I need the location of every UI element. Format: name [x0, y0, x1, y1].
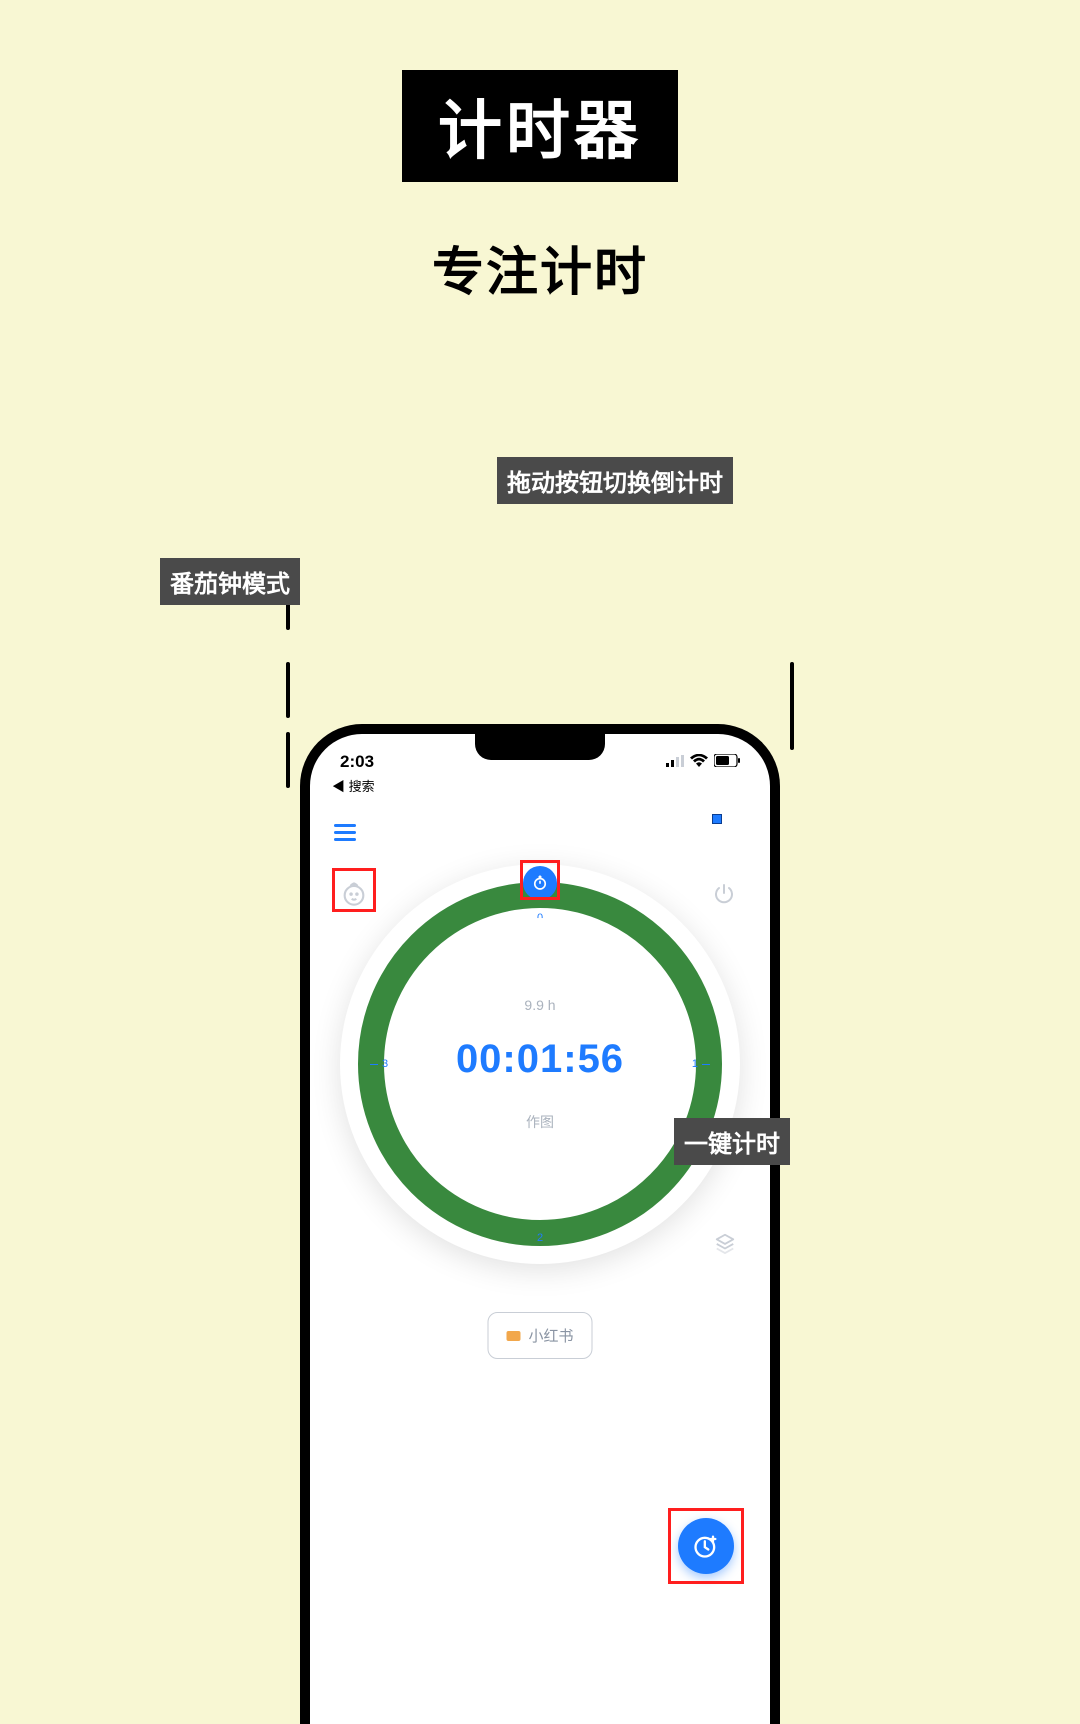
timer-value: 00:01:56: [456, 1037, 624, 1082]
mini-indicator: [712, 814, 722, 824]
phone-notch: [475, 734, 605, 760]
dial-marker-2: 2: [537, 1232, 543, 1244]
timer-task-label[interactable]: 作图: [526, 1112, 554, 1132]
highlight-drag-knob: [520, 860, 560, 900]
dial-marker-1: 1: [692, 1058, 710, 1070]
page-title-badge: 计时器: [402, 70, 678, 182]
back-to-search[interactable]: ◀ 搜索: [332, 776, 375, 795]
tag-label: 小红书: [528, 1325, 573, 1346]
highlight-fab: [668, 1508, 744, 1584]
dial-marker-3: 3: [370, 1058, 388, 1070]
callout-quick-timer: 一键计时: [674, 1118, 790, 1165]
highlight-pomodoro: [332, 868, 376, 912]
signal-icon: [666, 752, 684, 772]
callout-pomodoro: 番茄钟模式: [160, 558, 300, 605]
phone-mute-switch: [286, 602, 290, 630]
battery-icon: [714, 752, 740, 772]
timer-duration-label: 9.9 h: [524, 997, 555, 1013]
menu-icon[interactable]: [334, 824, 356, 841]
tag-chip[interactable]: 小红书: [487, 1312, 592, 1359]
status-time: 2:03: [340, 752, 374, 772]
callout-drag-switch: 拖动按钮切换倒计时: [497, 457, 733, 504]
wifi-icon: [690, 752, 708, 772]
phone-frame: 2:03 ◀ 搜索: [300, 724, 780, 1724]
phone-volume-down: [286, 732, 290, 788]
phone-volume-up: [286, 662, 290, 718]
tag-color-icon: [506, 1331, 520, 1341]
page-subtitle: 专注计时: [432, 230, 648, 305]
timer-dial[interactable]: 0 1 2 3 9.9 h 00:01:56 作图: [340, 864, 740, 1264]
phone-power-button: [790, 662, 794, 750]
